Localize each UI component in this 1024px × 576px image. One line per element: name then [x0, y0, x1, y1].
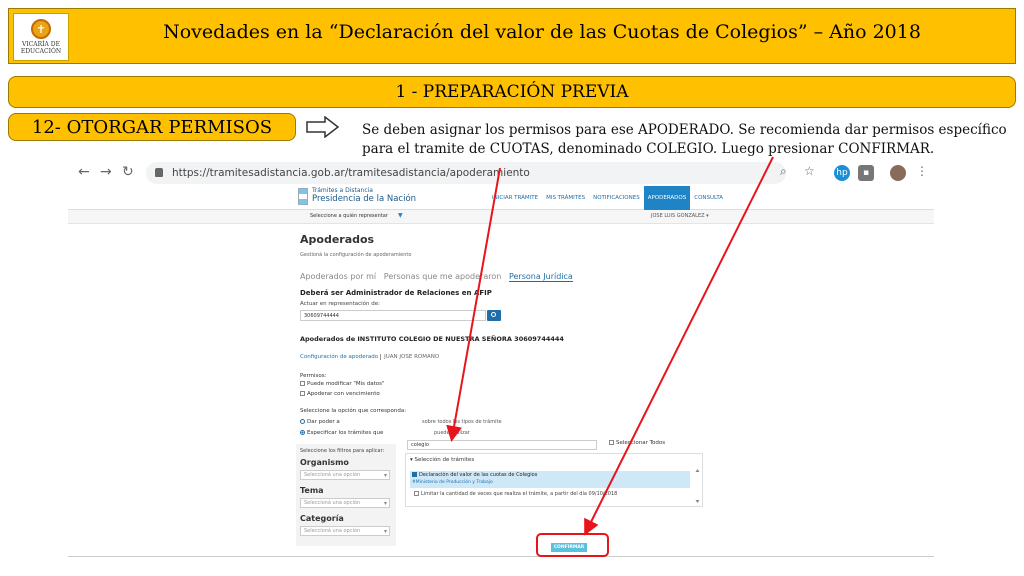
- select-all-label: Seleccionar Todos: [616, 440, 666, 446]
- admin-notice: Deberá ser Administrador de Relaciones e…: [300, 289, 492, 297]
- flag-icon: [298, 188, 308, 205]
- tema-label: Tema: [300, 486, 324, 495]
- tab-apoderados-por-mi[interactable]: Apoderados por mí: [300, 272, 376, 281]
- config-breadcrumb: Configuración de apoderado JUAN JOSE ROMA…: [300, 354, 440, 360]
- logo-line-2: Presidencia de la Nación: [312, 194, 417, 204]
- radio-specific-tramites[interactable]: Especificar los trámites que: [300, 430, 383, 436]
- radio-all-label: Dar poder a: [307, 419, 340, 425]
- checkbox[interactable]: [414, 491, 419, 496]
- back-icon[interactable]: ←: [78, 164, 90, 180]
- filters-hint: Seleccione los filtros para aplicar:: [300, 448, 385, 454]
- limit-label: Limitar la cantidad de veces que realiza…: [421, 491, 618, 497]
- tema-select[interactable]: Seleccioná una opción: [300, 498, 390, 508]
- represent-label: Actuar en representación de:: [300, 301, 381, 307]
- extension-icon[interactable]: ▪: [858, 165, 874, 181]
- tabs: Apoderados por mí Personas que me apoder…: [300, 272, 573, 282]
- radio-button-selected[interactable]: [300, 430, 305, 435]
- option-label: Seleccione la opción que corresponda:: [300, 408, 407, 414]
- instruction-text: Se deben asignar los permisos para ese A…: [362, 121, 1022, 159]
- caret-down-icon[interactable]: ▼: [398, 212, 403, 219]
- apoderado-name: JUAN JOSE ROMANO: [380, 354, 440, 360]
- nav-mis-tramites[interactable]: MIS TRÁMITES: [542, 186, 589, 210]
- reload-icon[interactable]: ↻: [122, 164, 134, 180]
- perm-modify-label: Puede modificar "Mis datos": [307, 381, 385, 387]
- site-header: Trámites a Distancia Presidencia de la N…: [68, 186, 934, 210]
- user-menu[interactable]: JOSE LUIS GONZALEZ ▾: [651, 213, 709, 219]
- vicaria-logo: ✝ VICARÍA DE EDUCACIÓN: [13, 13, 69, 61]
- categoria-select[interactable]: Seleccioná una opción: [300, 526, 390, 536]
- tramites-header[interactable]: ▾ Selección de trámites: [410, 457, 474, 463]
- nav-iniciar-tramite[interactable]: INICIAR TRÁMITE: [488, 186, 542, 210]
- checkbox-checked[interactable]: [412, 472, 417, 477]
- cross-icon: ✝: [31, 19, 51, 39]
- logo-line-1: Trámites a Distancia: [312, 187, 373, 194]
- checkbox[interactable]: [300, 391, 305, 396]
- gov-logo[interactable]: Trámites a Distancia Presidencia de la N…: [298, 187, 416, 207]
- organismo-label: Organismo: [300, 458, 349, 467]
- right-arrow-icon: [306, 116, 340, 138]
- scrollbar[interactable]: [695, 468, 700, 504]
- tab-persona-juridica[interactable]: Persona Jurídica: [508, 272, 573, 282]
- confirm-button[interactable]: CONFIRMAR: [551, 543, 587, 552]
- nav-notificaciones[interactable]: NOTIFICACIONES: [589, 186, 644, 210]
- nav-apoderados[interactable]: APODERADOS: [643, 186, 691, 210]
- tab-personas-apoderaron[interactable]: Personas que me apoderaron: [384, 272, 502, 281]
- categoria-label: Categoría: [300, 514, 344, 523]
- checkbox[interactable]: [300, 381, 305, 386]
- radio-all-tramites[interactable]: Dar poder a: [300, 419, 340, 425]
- radio-all-tail: sobre todos los tipos de trámite: [422, 419, 502, 425]
- page-title: Apoderados: [300, 233, 375, 246]
- browser-toolbar: ← → ↻ https://tramitesadistancia.gob.ar/…: [68, 160, 934, 186]
- bookmark-star-icon[interactable]: ☆: [804, 164, 815, 178]
- tramites-panel: ▾ Selección de trámites Declaración del …: [405, 453, 703, 507]
- profile-avatar[interactable]: [890, 165, 906, 181]
- logo-text: VICARÍA DE EDUCACIÓN: [20, 41, 62, 55]
- checkbox[interactable]: [609, 440, 614, 445]
- config-link[interactable]: Configuración de apoderado: [300, 354, 378, 360]
- tramite-search-input[interactable]: colegio: [407, 440, 597, 450]
- tramite-name: Declaración del valor de las cuotas de C…: [412, 472, 537, 478]
- slide-title: Novedades en la “Declaración del valor d…: [163, 21, 921, 43]
- step-label: 12- OTORGAR PERMISOS: [8, 113, 296, 141]
- address-bar[interactable]: https://tramitesadistancia.gob.ar/tramit…: [146, 162, 786, 184]
- instruction-line-2-text: para el tramite de CUOTAS, denominado CO…: [362, 141, 839, 157]
- perm-expiry-label: Apoderar con vencimiento: [307, 391, 380, 397]
- represent-select[interactable]: Seleccione a quién representar: [310, 213, 388, 219]
- instruction-line-1: Se deben asignar los permisos para ese A…: [362, 122, 1007, 138]
- tramite-row[interactable]: Declaración del valor de las cuotas de C…: [410, 471, 690, 488]
- radio-specific-tail: puede realizar: [434, 430, 470, 436]
- tramite-name-label: Declaración del valor de las cuotas de C…: [419, 472, 538, 478]
- tramites-header-label: Selección de trámites: [414, 457, 475, 463]
- representation-bar: Seleccione a quién representar ▼ JOSE LU…: [68, 210, 934, 224]
- zoom-icon[interactable]: ⌕: [780, 164, 787, 179]
- lock-icon: [155, 168, 163, 177]
- radio-button[interactable]: [300, 419, 305, 424]
- search-button[interactable]: [487, 310, 501, 321]
- organismo-select[interactable]: Seleccioná una opción: [300, 470, 390, 480]
- page-divider: [68, 556, 934, 557]
- menu-kebab-icon[interactable]: ⋮: [916, 164, 928, 178]
- radio-specific-label: Especificar los trámites que: [307, 430, 384, 436]
- select-all[interactable]: Seleccionar Todos: [609, 440, 665, 446]
- instruction-line-2: para el tramite de CUOTAS, denominado CO…: [362, 140, 1022, 159]
- search-icon: [491, 312, 496, 317]
- perm-expiry[interactable]: Apoderar con vencimiento: [300, 391, 380, 397]
- url-text: https://tramitesadistancia.gob.ar/tramit…: [172, 167, 530, 179]
- filters-panel: Seleccione los filtros para aplicar: Org…: [296, 444, 396, 546]
- nav-consulta[interactable]: CONSULTA: [690, 186, 727, 210]
- perm-modify-data[interactable]: Puede modificar "Mis datos": [300, 381, 385, 387]
- forward-icon[interactable]: →: [100, 164, 112, 180]
- site-nav: INICIAR TRÁMITE MIS TRÁMITES NOTIFICACIO…: [488, 186, 727, 210]
- title-banner: ✝ VICARÍA DE EDUCACIÓN Novedades en la “…: [8, 8, 1016, 64]
- hp-extension-icon[interactable]: hp: [834, 165, 850, 181]
- tramite-org: #Ministerio de Producción y Trabajo: [412, 480, 493, 485]
- page-subtitle: Gestioná la configuración de apoderamien…: [300, 252, 412, 258]
- cuit-input[interactable]: 30609744444: [300, 310, 486, 321]
- page-body: Apoderados Gestioná la configuración de …: [68, 224, 934, 554]
- section-banner: 1 - PREPARACIÓN PREVIA: [8, 76, 1016, 108]
- limit-option[interactable]: Limitar la cantidad de veces que realiza…: [414, 491, 617, 497]
- apoderados-title: Apoderados de INSTITUTO COLEGIO DE NUEST…: [300, 335, 564, 343]
- instruction-confirm-word: CONFIRMAR.: [838, 141, 935, 157]
- permisos-label: Permisos:: [300, 373, 327, 379]
